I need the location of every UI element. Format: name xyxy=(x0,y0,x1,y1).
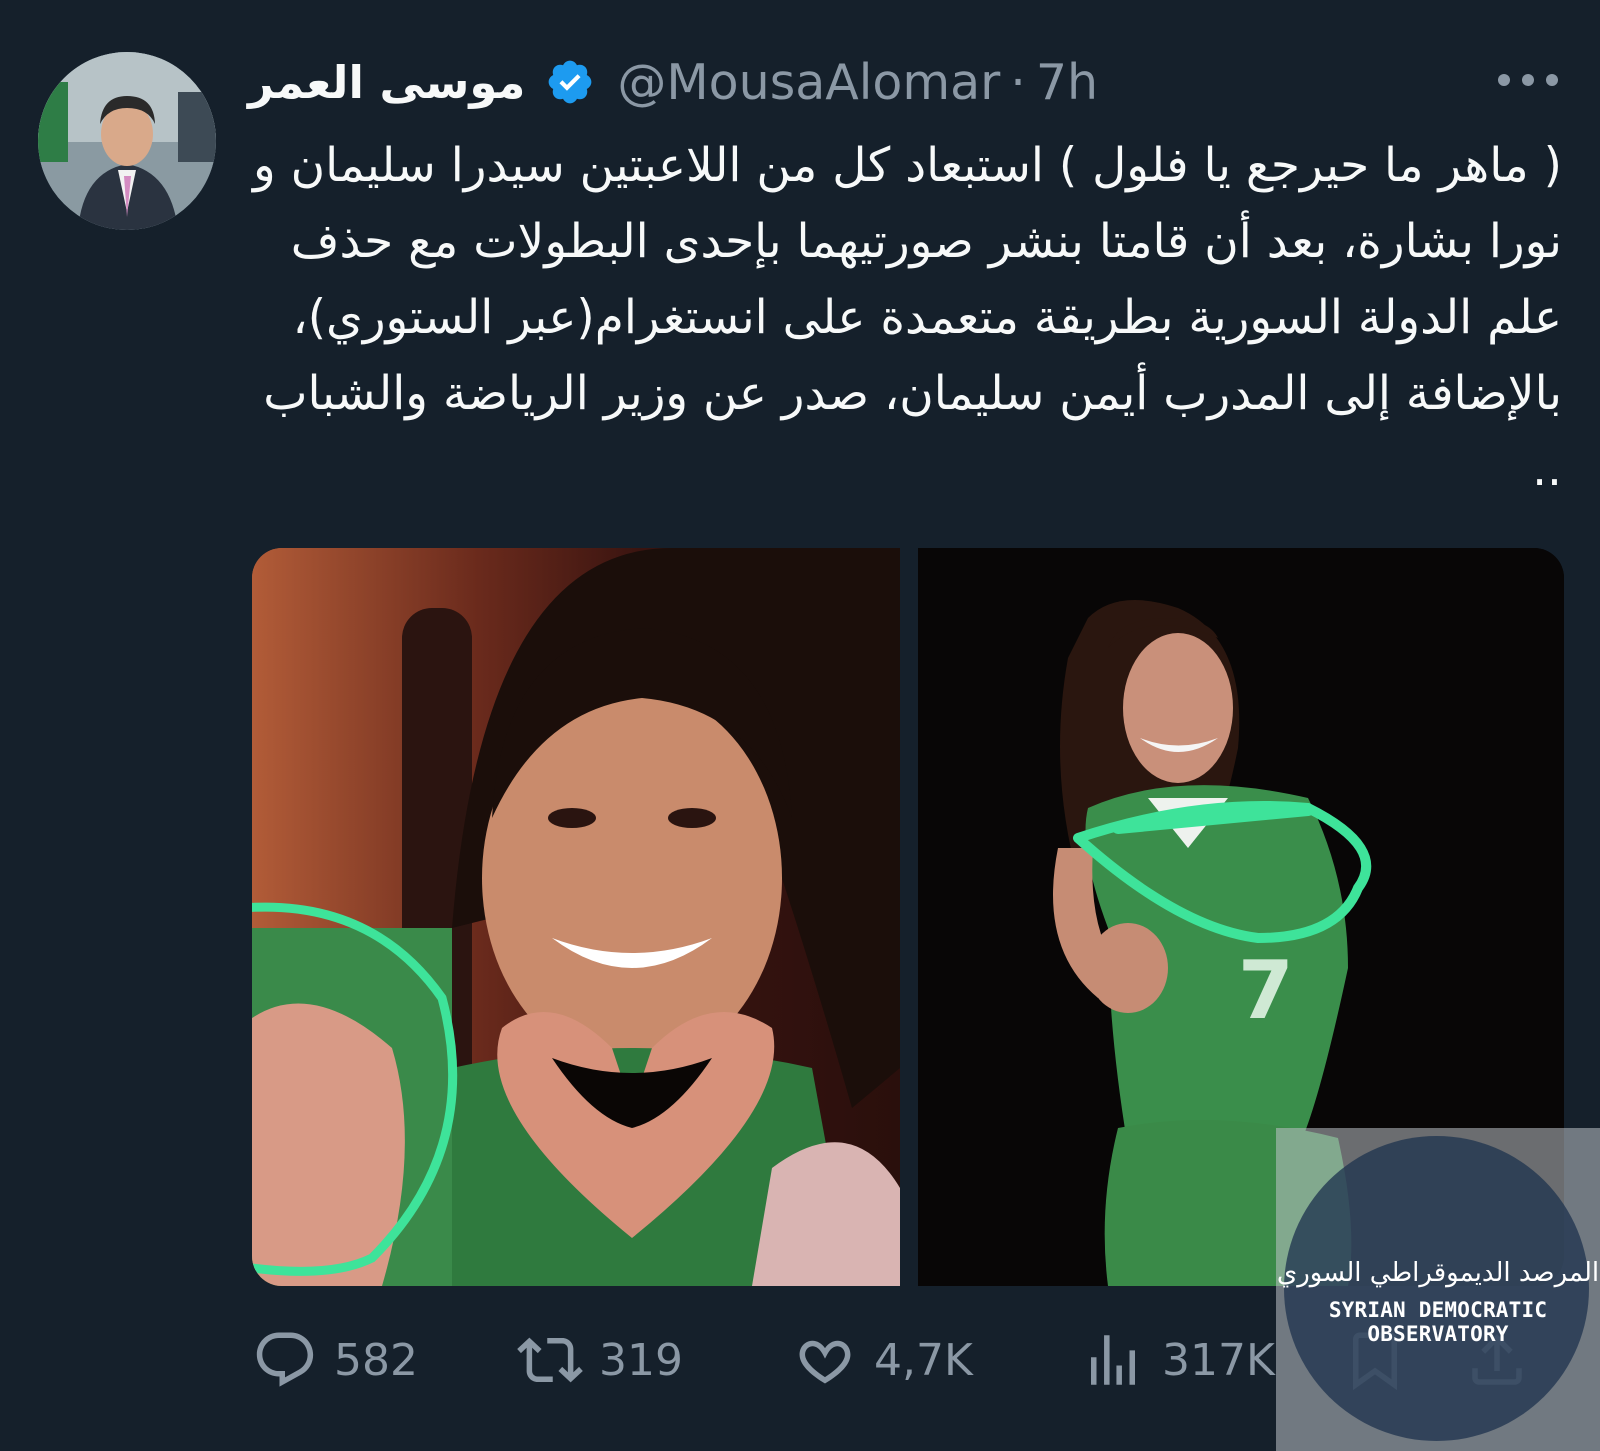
watermark: المرصد الديموقراطي السوري SYRIAN DEMOCRA… xyxy=(1276,1128,1600,1451)
views-count: 317K xyxy=(1162,1334,1275,1386)
like-button[interactable]: 4,7K xyxy=(792,1320,973,1400)
reply-button[interactable]: 582 xyxy=(252,1320,418,1400)
watermark-english: SYRIAN DEMOCRATIC OBSERVATORY xyxy=(1328,1298,1548,1346)
display-name[interactable]: موسى العمر xyxy=(248,60,525,105)
timestamp[interactable]: 7h xyxy=(1036,54,1098,111)
tweet-text: ( ماهر ما حيرجع يا فلول ) استبعاد كل من … xyxy=(253,138,1562,497)
user-handle[interactable]: @MousaAlomar xyxy=(617,58,1000,107)
more-horizontal-icon xyxy=(1522,74,1534,86)
avatar-photo xyxy=(38,52,216,230)
more-horizontal-icon xyxy=(1498,74,1510,86)
reply-icon xyxy=(256,1332,314,1387)
photo-player-heart-hands xyxy=(252,548,900,1286)
verified-badge-icon xyxy=(549,60,592,104)
avatar[interactable] xyxy=(38,52,216,230)
retweet-icon xyxy=(517,1337,583,1383)
tweet-header: موسى العمر @MousaAlomar · 7h xyxy=(248,52,1558,112)
like-count: 4,7K xyxy=(874,1334,973,1386)
more-horizontal-icon xyxy=(1546,74,1558,86)
views-button[interactable]: 317K xyxy=(1080,1320,1275,1400)
jersey-number: 7 xyxy=(1238,944,1294,1037)
views-chart-icon xyxy=(1091,1335,1135,1385)
watermark-arabic: المرصد الديموقراطي السوري xyxy=(1276,1258,1600,1288)
separator-dot: · xyxy=(1010,53,1026,111)
heart-icon xyxy=(799,1340,851,1384)
watermark-logo xyxy=(1284,1136,1589,1441)
reply-count: 582 xyxy=(334,1334,418,1386)
tweet: موسى العمر @MousaAlomar · 7h ( ماهر ما ح… xyxy=(0,0,1600,1451)
more-options-button[interactable] xyxy=(1498,70,1558,90)
media-photo-1[interactable] xyxy=(252,548,900,1286)
retweet-count: 319 xyxy=(599,1334,683,1386)
retweet-button[interactable]: 319 xyxy=(517,1320,683,1400)
